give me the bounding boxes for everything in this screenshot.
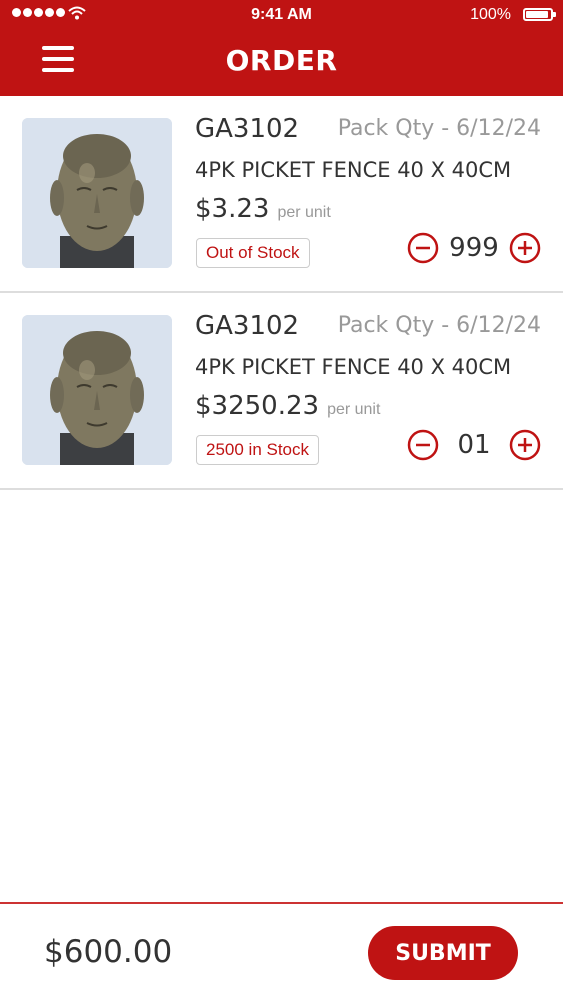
stock-badge: 2500 in Stock	[196, 435, 320, 465]
submit-button[interactable]: SUBMIT	[368, 926, 518, 980]
quantity-stepper: 01	[407, 429, 541, 461]
price-row: $3250.23 per unit	[195, 391, 380, 421]
product-description: 4PK PICKET FENCE 40 X 40CM	[195, 355, 512, 379]
battery-percentage: 100%	[470, 6, 511, 23]
product-description: 4PK PICKET FENCE 40 X 40CM	[195, 158, 512, 182]
product-price: $3.23	[195, 194, 270, 224]
stock-badge: Out of Stock	[196, 238, 310, 268]
pack-qty: Pack Qty - 6/12/24	[337, 116, 541, 141]
product-price: $3250.23	[195, 391, 320, 421]
product-sku: GA3102	[195, 311, 300, 341]
price-row: $3.23 per unit	[195, 194, 331, 224]
quantity-stepper: 999	[407, 232, 541, 264]
price-unit: per unit	[277, 204, 331, 221]
product-image[interactable]	[22, 315, 172, 465]
order-item: GA3102 Pack Qty - 6/12/24 4PK PICKET FEN…	[0, 96, 563, 293]
status-bar: 9:41 AM 100%	[0, 0, 563, 32]
plus-circle-icon[interactable]	[509, 429, 541, 461]
order-total: $600.00	[44, 934, 173, 970]
minus-circle-icon[interactable]	[407, 232, 439, 264]
product-image[interactable]	[22, 118, 172, 268]
quantity-value[interactable]: 999	[439, 233, 509, 263]
price-unit: per unit	[327, 401, 381, 418]
plus-circle-icon[interactable]	[509, 232, 541, 264]
quantity-value[interactable]: 01	[439, 430, 509, 460]
app-header: 9:41 AM 100% ORDER	[0, 0, 563, 96]
pack-qty: Pack Qty - 6/12/24	[337, 313, 541, 338]
battery-icon	[523, 8, 556, 21]
page-title: ORDER	[225, 44, 338, 77]
order-footer: $600.00 SUBMIT	[0, 902, 563, 1000]
order-item: GA3102 Pack Qty - 6/12/24 4PK PICKET FEN…	[0, 293, 563, 490]
product-sku: GA3102	[195, 114, 300, 144]
minus-circle-icon[interactable]	[407, 429, 439, 461]
